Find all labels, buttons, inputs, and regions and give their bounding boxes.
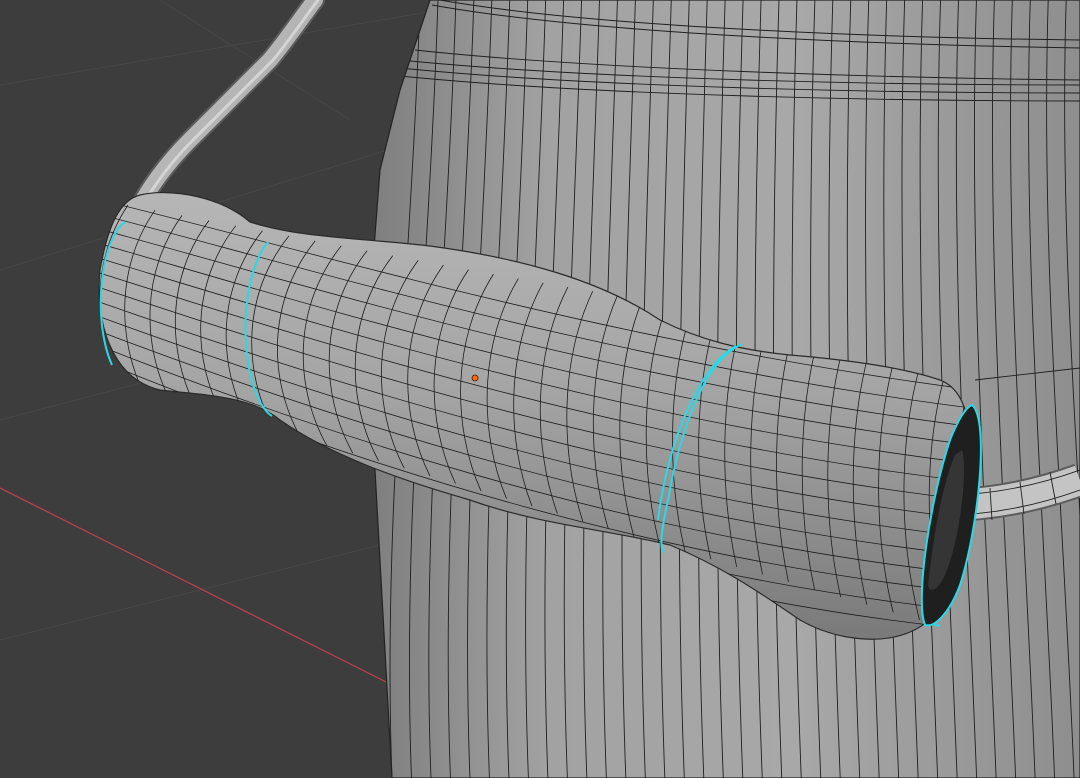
3d-viewport[interactable]	[0, 0, 1080, 778]
object-origin-dot	[471, 374, 479, 382]
viewport-canvas[interactable]	[0, 0, 1080, 778]
